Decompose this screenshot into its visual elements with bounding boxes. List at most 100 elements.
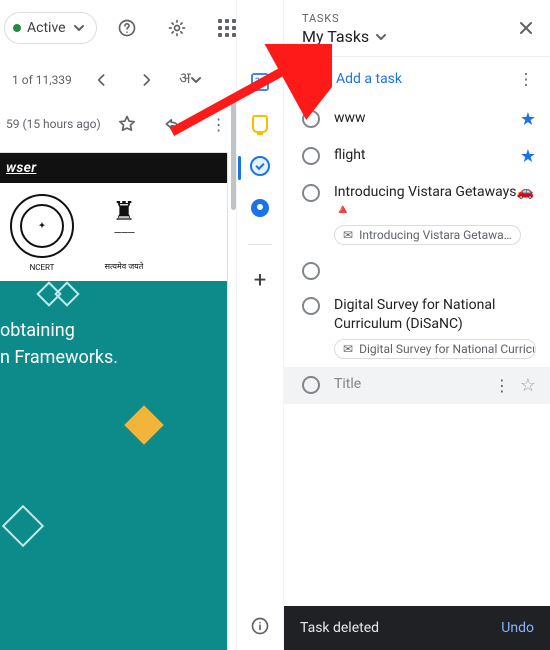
reply-button[interactable] xyxy=(153,104,193,144)
envelope-icon: ✉ xyxy=(343,342,353,356)
gear-icon xyxy=(167,18,187,38)
rail-tasks[interactable] xyxy=(250,156,270,176)
star-message-button[interactable] xyxy=(107,104,147,144)
reply-icon xyxy=(163,114,183,134)
tasks-header: TASKS My Tasks xyxy=(284,0,550,57)
org-seal-icon: ✦ NCERT xyxy=(10,194,74,258)
rail-calendar[interactable] xyxy=(250,72,270,92)
message-meta-row: 59 (15 hours ago) xyxy=(0,104,236,144)
tasks-close-button[interactable] xyxy=(512,14,540,47)
contacts-icon xyxy=(251,199,269,217)
rail-keep[interactable] xyxy=(250,114,270,134)
task-row[interactable]: Introducing Vistara Getaways🚗🔺 ✉ Introduci… xyxy=(284,175,550,253)
task-complete-toggle[interactable] xyxy=(302,147,320,165)
chevron-down-icon xyxy=(191,75,201,85)
help-icon xyxy=(117,18,137,38)
task-star-button[interactable]: ★ xyxy=(520,146,536,167)
snackbar-message: Task deleted xyxy=(300,620,379,636)
task-row[interactable]: Title ☆ xyxy=(284,367,550,404)
task-source-email-label: Introducing Vistara Getawa… xyxy=(359,228,512,242)
task-source-email-chip[interactable]: ✉ Introducing Vistara Getawa… xyxy=(334,225,521,245)
chevron-down-icon xyxy=(74,23,84,33)
task-row[interactable]: flight ★ xyxy=(284,138,550,175)
task-main: Digital Survey for National Curriculum (… xyxy=(334,296,536,358)
tasks-list-picker[interactable]: My Tasks xyxy=(302,27,536,46)
task-main: Introducing Vistara Getaways🚗🔺 ✉ Introduci… xyxy=(334,183,536,245)
help-button[interactable] xyxy=(107,8,147,48)
rail-hide-panel[interactable] xyxy=(250,616,270,636)
settings-button[interactable] xyxy=(157,8,197,48)
tasks-list-name: My Tasks xyxy=(302,27,369,46)
task-more-button[interactable] xyxy=(494,376,510,395)
task-title[interactable]: www xyxy=(334,109,506,127)
vertical-dots-icon xyxy=(518,73,534,89)
task-complete-toggle[interactable] xyxy=(302,110,320,128)
prev-page-button[interactable] xyxy=(82,60,122,100)
presence-chip[interactable]: Active xyxy=(4,12,97,44)
embedded-browser-title: wser xyxy=(6,160,36,176)
task-main: www xyxy=(334,109,506,127)
tasks-list-menu-button[interactable] xyxy=(518,70,534,89)
task-star-button[interactable]: ★ xyxy=(520,109,536,130)
add-task-row[interactable]: Add a task xyxy=(284,57,550,101)
national-emblem-icon: सत्यमेव जयते xyxy=(92,194,156,258)
task-complete-toggle[interactable] xyxy=(302,262,320,280)
seal-caption: NCERT xyxy=(30,263,55,272)
message-body: wser ✦ NCERT सत्यमेव जयते obtaining n Fr… xyxy=(0,152,228,650)
task-title[interactable]: Title xyxy=(334,375,480,393)
emblem-caption: सत्यमेव जयते xyxy=(105,261,144,272)
info-icon xyxy=(250,616,270,636)
presence-label: Active xyxy=(27,20,66,36)
embedded-browser-bar: wser xyxy=(0,153,227,183)
task-main: flight xyxy=(334,146,506,164)
task-title[interactable]: Introducing Vistara Getaways🚗🔺 xyxy=(334,183,536,219)
diamond-outline-icon xyxy=(2,505,44,547)
snackbar: Task deleted Undo xyxy=(284,606,550,650)
apps-button[interactable] xyxy=(207,8,236,48)
chevron-right-icon xyxy=(136,70,156,90)
task-row-actions: ☆ xyxy=(494,375,536,396)
task-row[interactable]: Digital Survey for National Curriculum (… xyxy=(284,288,550,366)
side-panel-rail: + xyxy=(236,0,284,650)
diamond-outline-icon xyxy=(54,281,79,306)
task-complete-toggle[interactable] xyxy=(302,184,320,202)
tasks-icon xyxy=(250,156,270,176)
task-source-email-label: Digital Survey for National Curricu… xyxy=(359,342,536,356)
snackbar-undo-button[interactable]: Undo xyxy=(501,620,534,636)
document-letterhead: ✦ NCERT सत्यमेव जयते xyxy=(0,183,227,275)
task-star-button[interactable]: ☆ xyxy=(520,375,536,396)
next-page-button[interactable] xyxy=(126,60,166,100)
rail-divider xyxy=(248,244,272,245)
chevron-down-icon xyxy=(375,31,387,43)
input-tools-label: अ xyxy=(179,71,190,90)
gmail-topbar: Active xyxy=(0,0,236,56)
keep-icon xyxy=(252,115,268,133)
document-hero: obtaining n Frameworks. xyxy=(0,281,227,650)
vertical-dots-icon xyxy=(211,115,227,134)
task-source-email-chip[interactable]: ✉ Digital Survey for National Curricu… xyxy=(334,339,536,359)
add-task-label: Add a task xyxy=(336,71,402,87)
input-tools-button[interactable]: अ xyxy=(170,60,210,100)
task-complete-toggle[interactable] xyxy=(302,297,320,315)
rail-contacts[interactable] xyxy=(250,198,270,218)
task-complete-toggle[interactable] xyxy=(302,376,320,394)
gmail-pane: Active 1 of 11,339 अ 59 (15 hours ago) xyxy=(0,0,236,650)
task-title[interactable]: Digital Survey for National Curriculum (… xyxy=(334,296,536,332)
message-timestamp: 59 (15 hours ago) xyxy=(6,117,101,131)
rail-add-addon[interactable]: + xyxy=(250,271,270,291)
tasks-list: www ★ flight ★ Introducing Vistara Getaways🚗… xyxy=(284,101,550,650)
add-task-icon xyxy=(302,69,322,89)
task-title[interactable]: flight xyxy=(334,146,506,164)
task-row[interactable]: www ★ xyxy=(284,101,550,138)
task-main: Title xyxy=(334,375,480,393)
task-row[interactable] xyxy=(284,253,550,288)
calendar-icon xyxy=(251,73,269,91)
hero-line-1: obtaining xyxy=(0,317,215,344)
star-outline-icon xyxy=(117,114,137,134)
envelope-icon: ✉ xyxy=(343,228,353,242)
chevron-left-icon xyxy=(92,70,112,90)
apps-grid-icon xyxy=(218,19,236,37)
pagination-count: 1 of 11,339 xyxy=(12,73,72,87)
gmail-pagination-toolbar: 1 of 11,339 अ xyxy=(0,56,236,104)
tasks-app-label: TASKS xyxy=(302,12,536,25)
